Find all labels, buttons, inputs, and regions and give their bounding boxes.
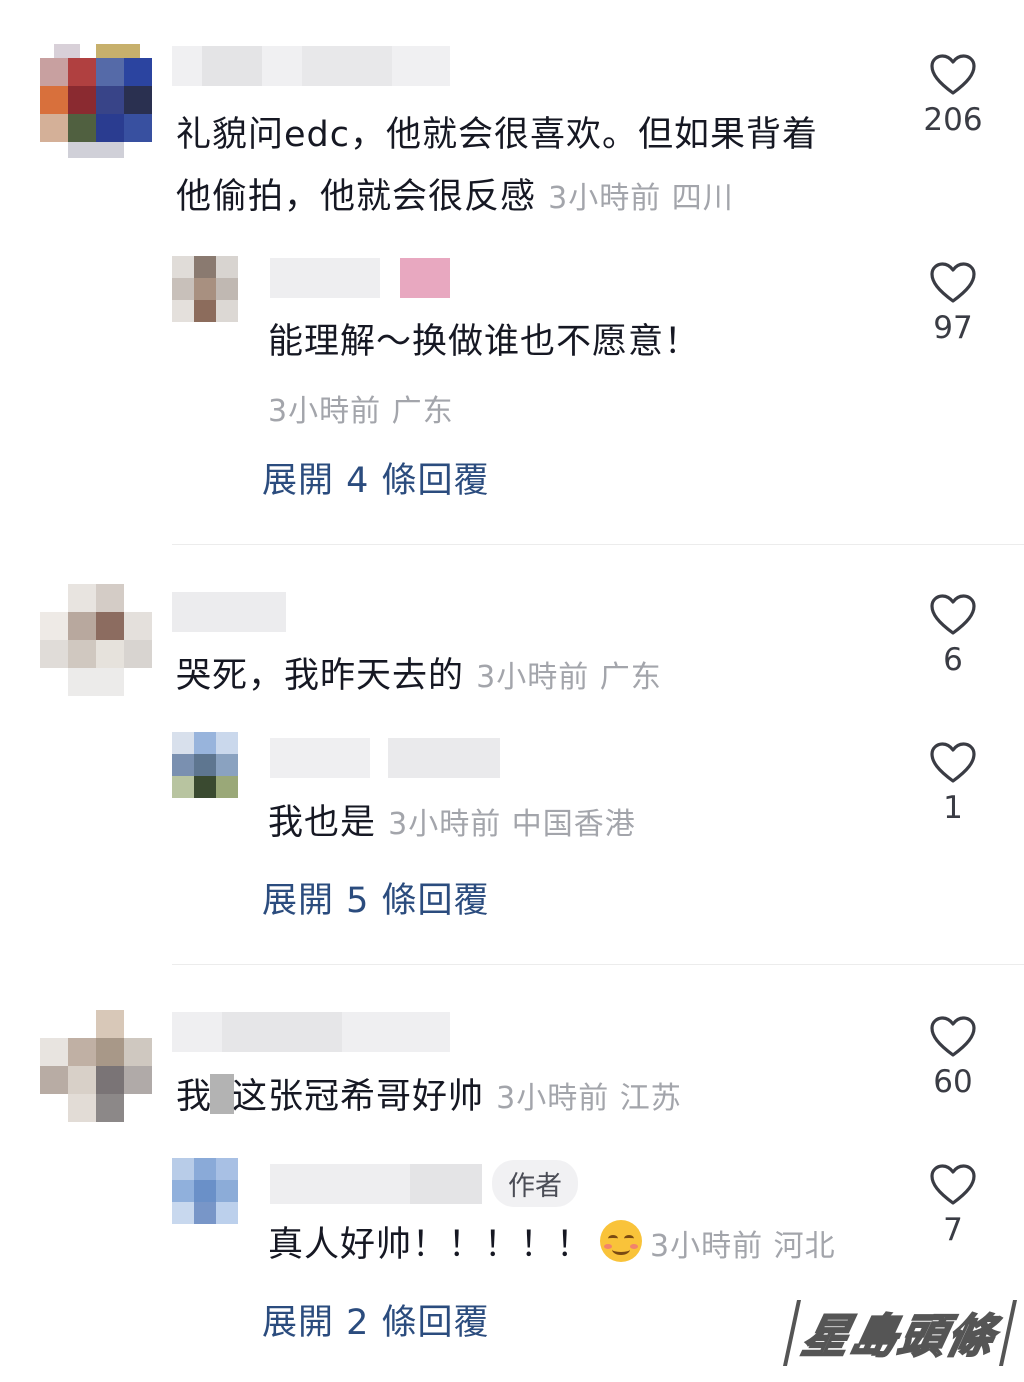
reply-meta: 3小時前 广东	[268, 394, 454, 429]
avatar[interactable]	[40, 44, 154, 158]
reply-avatar[interactable]	[172, 256, 238, 322]
author-badge: 作者	[492, 1160, 578, 1207]
smiling-face-emoji	[600, 1220, 643, 1262]
avatar[interactable]	[40, 1010, 154, 1124]
reply-avatar[interactable]	[172, 1158, 238, 1224]
expand-replies-link[interactable]: 展開 4 條回覆	[262, 452, 490, 503]
username-blurred[interactable]	[172, 46, 450, 86]
avatar[interactable]	[40, 584, 154, 698]
comment-text-before: 我	[176, 1077, 213, 1117]
watermark-text: 星島頭條	[797, 1308, 1002, 1364]
like-count: 6	[943, 642, 963, 678]
reply-username-blurred[interactable]	[270, 258, 450, 298]
comment-text: 哭死，我昨天去的 3小時前 广东	[176, 645, 662, 709]
reply-text: 我也是	[268, 803, 377, 843]
heart-outline-icon	[930, 262, 976, 303]
username-blurred[interactable]	[172, 1012, 450, 1052]
like-button[interactable]: 6	[918, 594, 988, 678]
reply-avatar[interactable]	[172, 732, 238, 798]
heart-outline-icon	[930, 54, 976, 95]
divider	[172, 964, 1024, 965]
heart-outline-icon	[930, 1016, 976, 1057]
heart-outline-icon	[930, 594, 976, 635]
censored-character	[210, 1074, 235, 1114]
reply-meta: 3小時前 中国香港	[388, 807, 636, 842]
like-count: 206	[923, 102, 983, 138]
comment-text-body: 哭死，我昨天去的	[176, 656, 465, 696]
reply-like-count: 1	[943, 790, 963, 826]
username-blurred[interactable]	[172, 592, 286, 632]
like-count: 60	[933, 1064, 973, 1100]
reply-like-button[interactable]: 1	[918, 742, 988, 826]
reply-text-row: 我也是 3小時前 中国香港	[268, 792, 636, 856]
reply-like-button[interactable]: 7	[918, 1164, 988, 1248]
comment-meta: 3小時前 广东	[476, 660, 662, 695]
reply-text: 真人好帅！！！！！	[268, 1225, 593, 1265]
reply-text-row: 真人好帅！！！！！ 3小時前 河北	[268, 1214, 836, 1278]
reply-like-button[interactable]: 97	[918, 262, 988, 346]
comment-text: 礼貌问edc，他就会很喜欢。但如果背着 他偷拍，他就会很反感 3小時前 四川	[176, 104, 896, 230]
comment-meta: 3小時前 江苏	[496, 1081, 682, 1116]
heart-outline-icon	[930, 1164, 976, 1205]
expand-replies-link[interactable]: 展開 2 條回覆	[262, 1294, 490, 1345]
divider	[172, 544, 1024, 545]
like-button[interactable]: 60	[918, 1016, 988, 1100]
reply-like-count: 97	[933, 310, 973, 346]
reply-username-blurred[interactable]	[270, 738, 500, 778]
like-button[interactable]: 206	[918, 54, 988, 138]
comment-text-after: 这张冠希哥好帅	[232, 1077, 485, 1117]
comment-text-line2: 他偷拍，他就会很反感	[176, 177, 537, 217]
reply-meta: 3小時前 河北	[650, 1229, 836, 1264]
reply-text: 能理解～换做谁也不愿意！	[268, 322, 701, 362]
reply-username-blurred[interactable]	[270, 1164, 482, 1204]
heart-outline-icon	[930, 742, 976, 783]
watermark-logo: 星島頭條	[782, 1300, 1018, 1366]
comment-meta: 3小時前 四川	[548, 181, 734, 216]
expand-replies-link[interactable]: 展開 5 條回覆	[262, 872, 490, 923]
comment-text: 我这张冠希哥好帅 3小時前 江苏	[176, 1066, 682, 1130]
comment-text-line1: 礼貌问edc，他就会很喜欢。但如果背着	[176, 115, 818, 155]
reply-like-count: 7	[943, 1212, 963, 1248]
